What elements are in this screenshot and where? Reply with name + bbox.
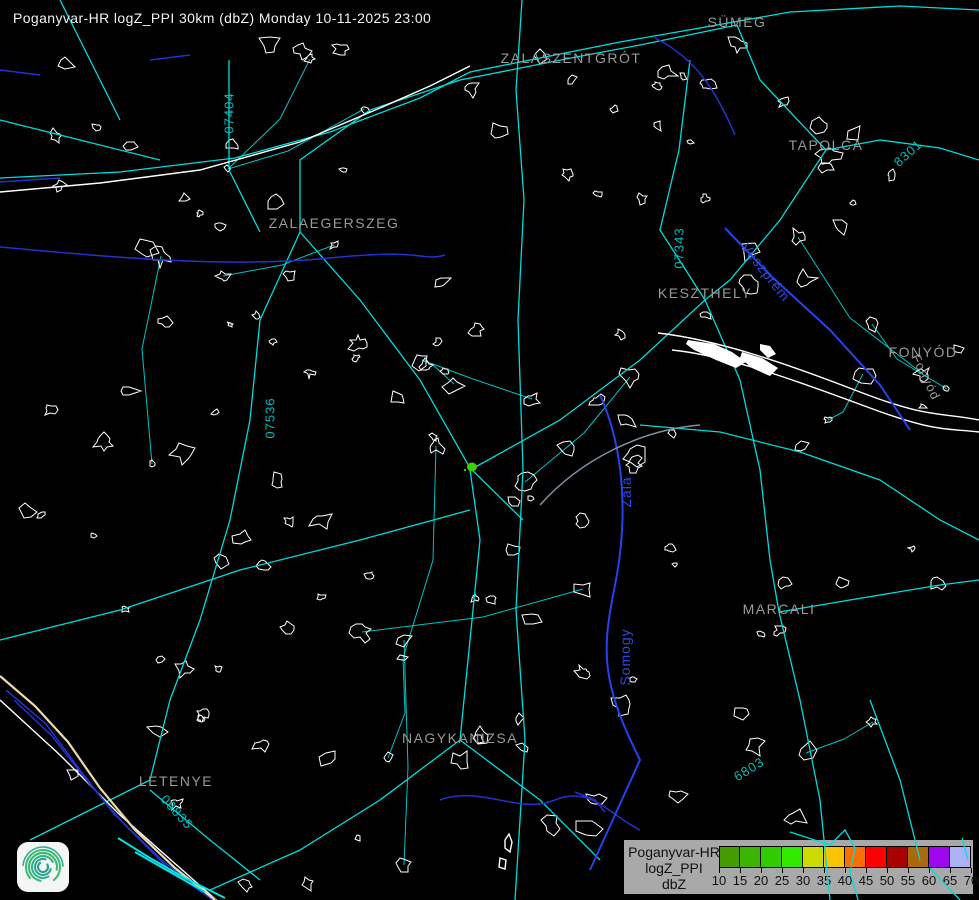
dbz-cell-65 — [950, 846, 971, 868]
spiral-icon — [17, 842, 69, 892]
dbz-cell-20 — [761, 846, 782, 868]
town-label-fonyód: FONYÓD — [889, 344, 958, 360]
road-label-07536: 07536 — [263, 397, 278, 438]
shoreline-highlight — [118, 838, 225, 898]
road-label-07343: 07343 — [672, 227, 687, 268]
dbz-cell-15 — [740, 846, 761, 868]
dbz-cell-60 — [929, 846, 950, 868]
railway-and-shore-lines — [0, 66, 979, 900]
legend-title-line2: logZ_PPI — [628, 860, 720, 876]
radar-product-title: Poganyvar-HR logZ_PPI 30km (dbZ) Monday … — [13, 10, 431, 26]
tick-label-40: 40 — [838, 873, 852, 888]
tick-label-50: 50 — [880, 873, 894, 888]
town-label-sümeg: SÜMEG — [708, 14, 767, 30]
dbz-cell-55 — [908, 846, 929, 868]
legend-title: Poganyvar-HR logZ_PPI dbZ — [628, 844, 720, 892]
dbz-cell-30 — [803, 846, 824, 868]
dbz-cell-25 — [782, 846, 803, 868]
tick-label-10: 10 — [712, 873, 726, 888]
region-label-somogy: Somogy — [617, 628, 633, 685]
county-boundary-lines — [590, 228, 910, 870]
town-label-zalaszentgrót: ZALASZENTGRÓT — [501, 50, 642, 66]
town-label-keszthely: KESZTHELY — [658, 285, 752, 301]
dbz-color-scale — [719, 846, 971, 868]
tick-label-60: 60 — [922, 873, 936, 888]
tick-label-35: 35 — [817, 873, 831, 888]
tick-label-15: 15 — [733, 873, 747, 888]
region-label-fonyód: Fonyód — [908, 352, 943, 403]
lakeside-settlement-blobs — [686, 340, 778, 376]
radar-map-viewport: Poganyvar-HR logZ_PPI dbZ 10 15 20 25 30 35 40… — [0, 0, 979, 900]
met-spiral-logo — [17, 842, 69, 892]
town-label-zalaegerszeg: ZALAEGERSZEG — [269, 215, 400, 231]
town-label-nagykanizsa: NAGYKANIZSA — [402, 730, 518, 746]
tick-label-45: 45 — [859, 873, 873, 888]
dbz-cell-10 — [719, 846, 740, 868]
town-label-letenye: LETENYE — [139, 773, 213, 789]
road-label-06835: 06835 — [158, 792, 197, 833]
region-label-zala: Zala — [618, 476, 634, 507]
settlement-outlines — [19, 37, 964, 892]
minor-road-network — [142, 59, 947, 865]
road-label-07404: 07404 — [222, 92, 237, 133]
dbz-cell-50 — [887, 846, 908, 868]
tick-label-55: 55 — [901, 873, 915, 888]
legend-title-line3: dbZ — [628, 876, 720, 892]
dbz-legend: Poganyvar-HR logZ_PPI dbZ 10 15 20 25 30 35 40… — [622, 838, 975, 896]
dbz-cell-45 — [866, 846, 887, 868]
tick-label-25: 25 — [775, 873, 789, 888]
tick-label-30: 30 — [796, 873, 810, 888]
road-label-6803: 6803 — [731, 754, 767, 784]
town-label-marcali: MARCALI — [743, 601, 816, 617]
map-label-layer: SÜMEG ZALASZENTGRÓT TAPOLCA ZALAEGERSZEG KES… — [0, 0, 979, 900]
legend-tick-labels: 10152025303540455055606570 — [719, 873, 972, 889]
dbz-cell-35 — [824, 846, 845, 868]
tick-label-70: 70 — [964, 873, 978, 888]
region-label-veszprém: Veszprém — [738, 239, 794, 304]
dbz-cell-40 — [845, 846, 866, 868]
canal-line — [540, 425, 700, 505]
tick-label-20: 20 — [754, 873, 768, 888]
river-lines — [0, 38, 735, 900]
main-road-network — [0, 0, 979, 900]
radar-echo-green — [464, 463, 477, 472]
tick-label-65: 65 — [943, 873, 957, 888]
town-label-tapolca: TAPOLCA — [789, 137, 864, 153]
road-label-8301: 8301 — [891, 136, 926, 169]
map-vector-overlay — [0, 0, 979, 900]
legend-title-line1: Poganyvar-HR — [628, 844, 720, 860]
